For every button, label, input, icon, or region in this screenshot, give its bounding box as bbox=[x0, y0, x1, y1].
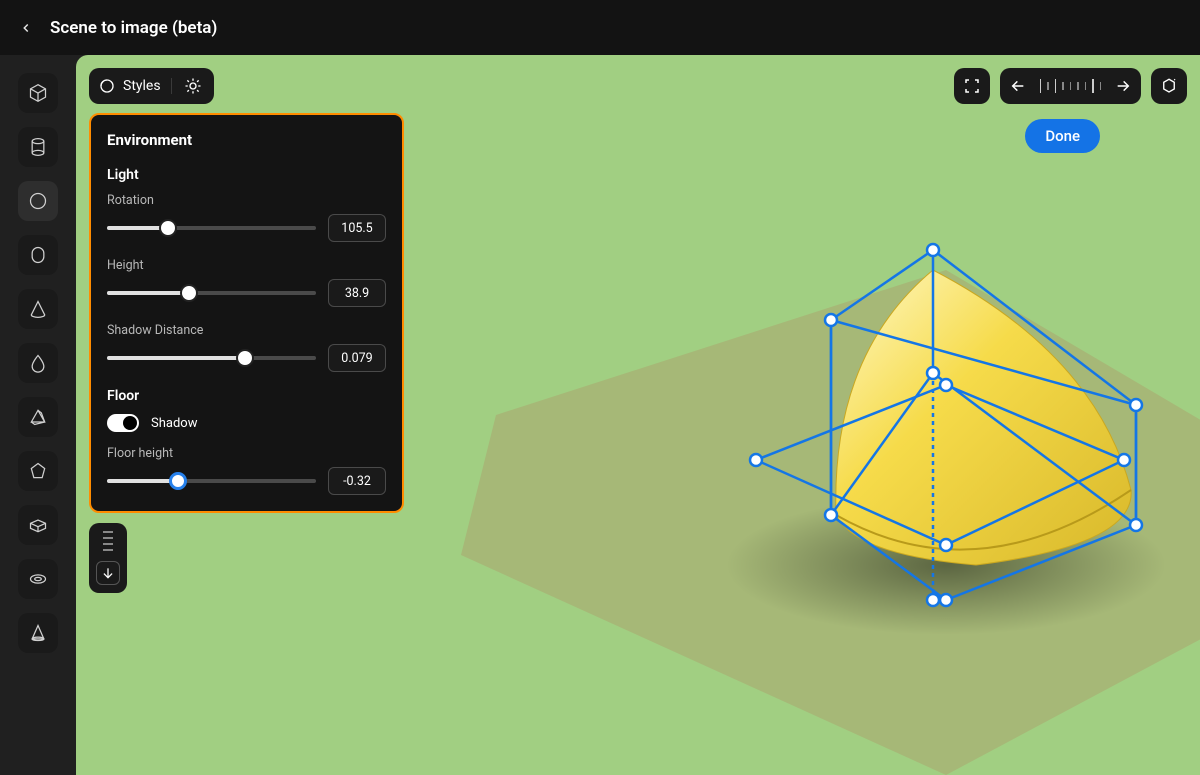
arrow-left-icon bbox=[1010, 78, 1026, 94]
environment-panel-title: Environment bbox=[107, 131, 386, 149]
canvas-toolbar-left: Styles bbox=[89, 68, 214, 104]
main-body: Styles bbox=[0, 55, 1200, 775]
shadow-toggle[interactable] bbox=[107, 414, 139, 432]
floor-height-label: Floor height bbox=[107, 446, 386, 461]
styles-pill: Styles bbox=[89, 68, 214, 104]
arrow-right-icon bbox=[1115, 78, 1131, 94]
environment-panel: Environment Light Rotation 105.5 Height bbox=[89, 113, 404, 513]
tool-cylinder[interactable] bbox=[18, 127, 58, 167]
history-bar bbox=[1000, 68, 1142, 104]
height-label: Height bbox=[107, 258, 386, 273]
height-value[interactable]: 38.9 bbox=[328, 279, 386, 307]
tool-drop[interactable] bbox=[18, 343, 58, 383]
tool-torus[interactable] bbox=[18, 559, 58, 599]
back-button[interactable] bbox=[16, 18, 36, 38]
shadow-distance-value[interactable]: 0.079 bbox=[328, 344, 386, 372]
tool-capsule[interactable] bbox=[18, 235, 58, 275]
rotation-slider[interactable] bbox=[107, 226, 316, 230]
sun-icon bbox=[184, 77, 202, 95]
canvas-toolbar-right bbox=[954, 68, 1188, 104]
page-title: Scene to image (beta) bbox=[50, 18, 217, 38]
floor-height-value[interactable]: -0.32 bbox=[328, 467, 386, 495]
styles-label: Styles bbox=[123, 78, 161, 94]
rotation-label: Rotation bbox=[107, 193, 386, 208]
tool-sidebar bbox=[0, 55, 76, 775]
styles-button[interactable]: Styles bbox=[99, 78, 172, 94]
frame-icon bbox=[963, 77, 981, 95]
tool-sphere[interactable] bbox=[18, 181, 58, 221]
layer-list-icon bbox=[103, 531, 113, 555]
mini-layer-panel bbox=[89, 523, 127, 593]
height-slider-group: Height 38.9 bbox=[107, 258, 386, 307]
shadow-toggle-row: Shadow bbox=[107, 414, 386, 432]
shadow-distance-slider-group: Shadow Distance 0.079 bbox=[107, 323, 386, 372]
shadow-distance-label: Shadow Distance bbox=[107, 323, 386, 338]
light-section-title: Light bbox=[107, 167, 386, 183]
history-prev-button[interactable] bbox=[1010, 78, 1026, 94]
canvas-viewport[interactable]: Styles bbox=[76, 55, 1200, 775]
rotation-slider-group: Rotation 105.5 bbox=[107, 193, 386, 242]
app-header: Scene to image (beta) bbox=[0, 0, 1200, 55]
styles-icon bbox=[99, 78, 115, 94]
floor-section-title: Floor bbox=[107, 388, 386, 404]
height-slider[interactable] bbox=[107, 291, 316, 295]
shadow-distance-slider[interactable] bbox=[107, 356, 316, 360]
tool-cone[interactable] bbox=[18, 289, 58, 329]
frame-button[interactable] bbox=[954, 68, 990, 104]
tool-brick[interactable] bbox=[18, 505, 58, 545]
tool-prism[interactable] bbox=[18, 397, 58, 437]
done-button[interactable]: Done bbox=[1025, 119, 1100, 153]
history-ticks[interactable] bbox=[1036, 79, 1106, 93]
floor-height-slider-group: Floor height -0.32 bbox=[107, 446, 386, 495]
sparkle-cube-icon bbox=[1160, 77, 1178, 95]
rotation-value[interactable]: 105.5 bbox=[328, 214, 386, 242]
shadow-toggle-label: Shadow bbox=[151, 416, 197, 431]
arrow-down-icon bbox=[101, 566, 115, 580]
tool-cube[interactable] bbox=[18, 73, 58, 113]
environment-light-button[interactable] bbox=[182, 75, 204, 97]
floor-height-slider[interactable] bbox=[107, 479, 316, 483]
render-button[interactable] bbox=[1151, 68, 1187, 104]
tool-half-cone[interactable] bbox=[18, 613, 58, 653]
move-down-button[interactable] bbox=[96, 561, 120, 585]
history-next-button[interactable] bbox=[1115, 78, 1131, 94]
tool-polyhedron[interactable] bbox=[18, 451, 58, 491]
